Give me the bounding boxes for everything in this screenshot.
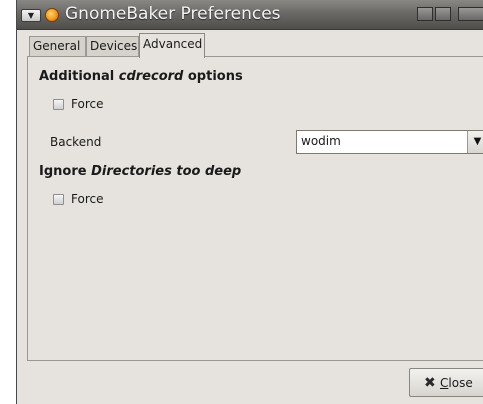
cdrecord-heading-emphasis: cdrecord <box>118 69 184 84</box>
preferences-window: ▼ GnomeBaker Preferences General Devices… <box>16 0 483 404</box>
ignore-heading-emphasis: Directories too deep <box>91 164 242 179</box>
tab-advanced[interactable]: Advanced <box>139 33 205 58</box>
window-menu-icon[interactable]: ▼ <box>21 9 41 22</box>
close-button-label: Close <box>440 376 473 390</box>
close-label-rest: lose <box>448 376 473 390</box>
ignore-heading-prefix: Ignore <box>39 164 92 179</box>
force-ignore-checkbox[interactable] <box>53 194 64 205</box>
title-bar[interactable]: ▼ GnomeBaker Preferences <box>17 0 483 30</box>
backend-selected-value: wodim <box>301 134 341 148</box>
maximize-button[interactable] <box>435 7 451 21</box>
cdrecord-heading-prefix: Additional <box>39 69 119 84</box>
gnomebaker-icon <box>45 8 59 22</box>
close-x-icon: ✖ <box>424 375 436 391</box>
close-button[interactable]: ✖ Close <box>409 368 483 397</box>
force-ignore-label[interactable]: Force <box>71 192 103 206</box>
tab-devices[interactable]: Devices <box>86 36 139 57</box>
minimize-button[interactable] <box>417 7 433 21</box>
window-close-button[interactable] <box>458 7 483 21</box>
window-title: GnomeBaker Preferences <box>65 4 281 24</box>
cdrecord-options-heading: Additional cdrecord options <box>39 69 243 84</box>
advanced-panel: Additional cdrecord options Force Backen… <box>27 56 483 361</box>
backend-select[interactable]: wodim ▼ <box>296 130 483 154</box>
cdrecord-heading-suffix: options <box>183 69 243 84</box>
tab-general[interactable]: General <box>29 36 86 57</box>
ignore-directories-heading: Ignore Directories too deep <box>39 164 241 179</box>
force-cdrecord-checkbox[interactable] <box>53 99 64 110</box>
force-cdrecord-label[interactable]: Force <box>71 97 103 111</box>
dropdown-arrow-icon[interactable]: ▼ <box>467 131 483 153</box>
backend-label: Backend <box>50 135 102 149</box>
